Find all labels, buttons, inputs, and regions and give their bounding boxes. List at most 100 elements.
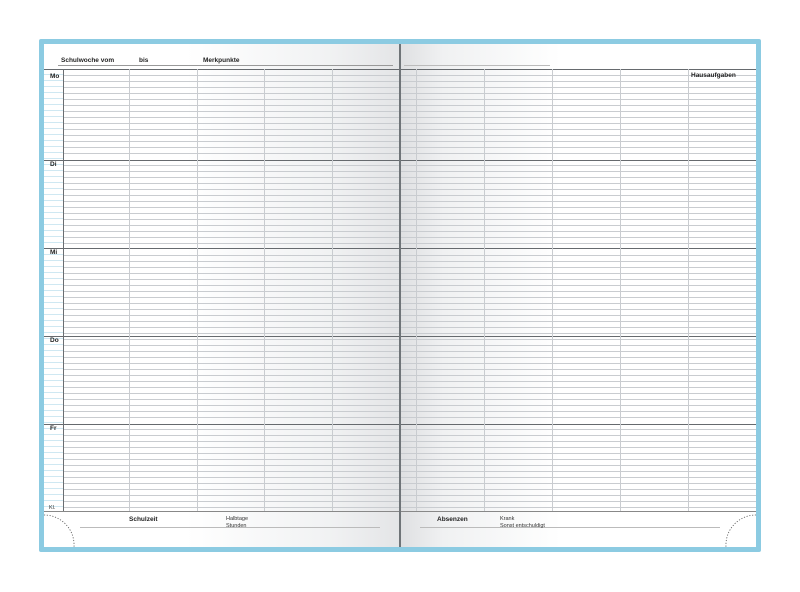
ruled-line: [63, 483, 756, 484]
ruled-line: [63, 351, 756, 352]
ruled-line: [63, 381, 756, 382]
ruled-line: [63, 501, 756, 502]
column-rule: [484, 69, 485, 511]
ruled-line: [63, 285, 756, 286]
ruled-line: [63, 219, 756, 220]
homework-label: Hausaufgaben: [691, 72, 736, 79]
footer-line-right: [420, 527, 720, 528]
ruled-line: [63, 141, 756, 142]
column-rule: [552, 69, 553, 511]
ruled-line: [63, 99, 756, 100]
ruled-line: [63, 153, 756, 154]
column-rule: [416, 69, 417, 511]
hours-label: Stunden: [226, 523, 247, 529]
ruled-line: [63, 429, 756, 430]
ruled-line: [63, 399, 756, 400]
ruled-line: [63, 105, 756, 106]
ruled-line: [63, 369, 756, 370]
ruled-line: [63, 207, 756, 208]
ruled-line: [63, 261, 756, 262]
header-underline-right: [404, 65, 550, 66]
left-margin-stripes: [44, 69, 63, 511]
week-until-label: bis: [139, 57, 149, 64]
corner-arc-left: [44, 514, 75, 547]
ruled-line: [63, 387, 756, 388]
week-from-label: Schulwoche vom: [61, 57, 115, 64]
ruled-line: [63, 357, 756, 358]
ruled-line: [63, 339, 756, 340]
column-rule: [129, 69, 130, 511]
ruled-line: [63, 303, 756, 304]
ruled-line: [63, 213, 756, 214]
ruled-line: [63, 477, 756, 478]
ruled-line: [63, 489, 756, 490]
class-label: Kl.: [49, 505, 56, 511]
ruled-line: [63, 375, 756, 376]
ruled-line: [63, 111, 756, 112]
ruled-line: [63, 267, 756, 268]
ruled-line: [63, 147, 756, 148]
ruled-line: [63, 309, 756, 310]
day-label-thursday: Do: [50, 337, 59, 344]
ruled-line: [63, 243, 756, 244]
ruled-line: [63, 345, 756, 346]
ruled-line: [63, 273, 756, 274]
ruled-line: [63, 465, 756, 466]
ruled-line: [63, 495, 756, 496]
ruled-line: [63, 297, 756, 298]
ruled-line: [63, 171, 756, 172]
ruled-line: [63, 81, 756, 82]
ruled-line: [63, 237, 756, 238]
ruled-line: [63, 363, 756, 364]
ruled-line: [63, 279, 756, 280]
ruled-line: [63, 183, 756, 184]
ruled-line: [63, 291, 756, 292]
half-days-label: Halbtage: [226, 516, 249, 522]
ruled-line: [63, 177, 756, 178]
ruled-line: [63, 435, 756, 436]
column-rule: [332, 69, 333, 511]
school-time-label: Schulzeit: [129, 516, 158, 523]
ruled-line: [63, 75, 756, 76]
ruled-line: [63, 189, 756, 190]
ruled-line: [63, 135, 756, 136]
ruled-line: [63, 507, 756, 508]
ruled-line: [63, 393, 756, 394]
column-rule: [688, 69, 689, 511]
ruled-line: [63, 405, 756, 406]
header-underline-left: [58, 65, 393, 66]
margin-rule: [63, 69, 64, 511]
ruled-line: [63, 459, 756, 460]
ruled-line: [63, 315, 756, 316]
book-spine: [399, 44, 401, 547]
ruled-line: [63, 471, 756, 472]
ruled-line: [63, 327, 756, 328]
ruled-line: [63, 165, 756, 166]
ruled-line: [63, 93, 756, 94]
ruled-line: [63, 129, 756, 130]
ruled-line: [63, 87, 756, 88]
ruled-line: [63, 453, 756, 454]
column-rule: [264, 69, 265, 511]
day-label-tuesday: Di: [50, 161, 57, 168]
ruled-line: [63, 333, 756, 334]
ruled-line: [63, 201, 756, 202]
ruled-line: [63, 231, 756, 232]
day-label-wednesday: Mi: [50, 249, 58, 256]
ruled-line: [63, 117, 756, 118]
column-rule: [197, 69, 198, 511]
ruled-line: [63, 255, 756, 256]
ruled-line: [63, 195, 756, 196]
sick-label: Krank: [500, 516, 515, 522]
ruled-line: [63, 447, 756, 448]
ruled-line: [63, 123, 756, 124]
notes-label: Merkpunkte: [203, 57, 240, 64]
excused-other-label: Sonst entschuldigt: [500, 523, 545, 529]
corner-arc-right: [725, 514, 756, 547]
day-label-monday: Mo: [50, 73, 60, 80]
column-rule: [620, 69, 621, 511]
ruled-line: [63, 225, 756, 226]
ruled-line: [63, 321, 756, 322]
ruled-line: [63, 417, 756, 418]
absences-label: Absenzen: [437, 516, 468, 523]
